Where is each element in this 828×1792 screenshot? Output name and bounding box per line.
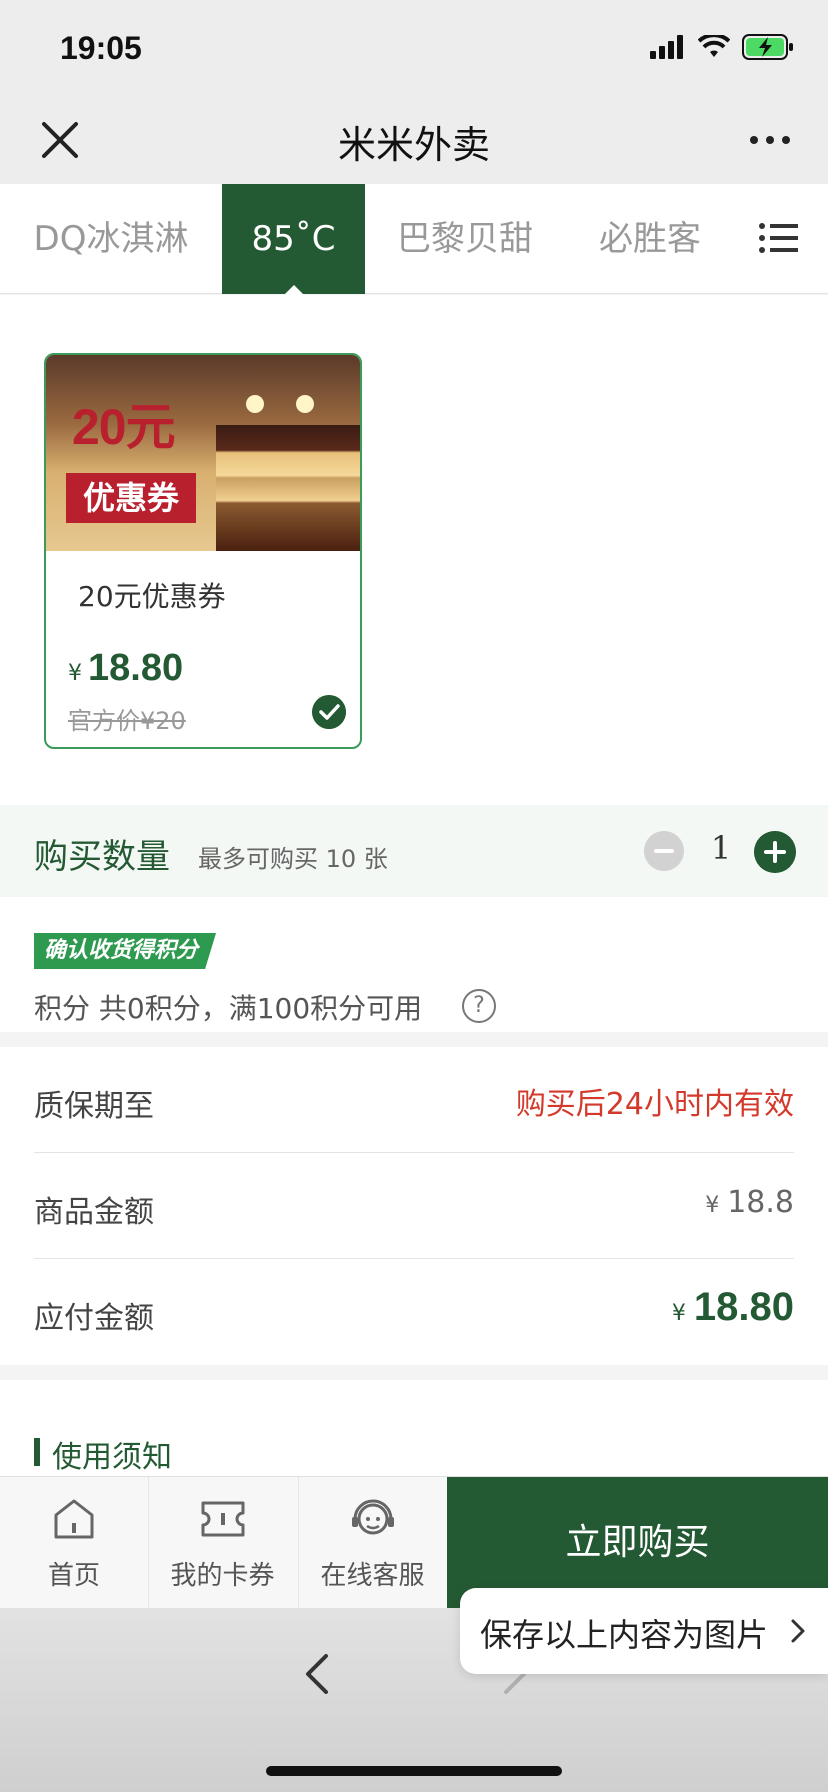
tab-dq[interactable]: DQ冰淇淋 (0, 184, 222, 294)
customer-service-label: 在线客服 (320, 1561, 425, 1591)
notice-title: 使用须知 (52, 1440, 172, 1475)
product-card[interactable]: 20元 优惠券 20元优惠券 ¥18.80 官方价¥20 (44, 353, 362, 749)
original-price: 官方价¥20 (68, 707, 186, 735)
goods-amount: 18.8 (727, 1185, 794, 1220)
home-button[interactable]: 首页 (0, 1477, 148, 1609)
image-coupon-tag: 优惠券 (66, 473, 196, 523)
save-as-image-popup[interactable]: 保存以上内容为图片 (460, 1588, 828, 1674)
goods-amount-value: ¥18.8 (705, 1185, 794, 1220)
minus-icon[interactable] (644, 831, 684, 871)
image-coupon-amount: 20元 (72, 399, 176, 455)
payable-amount-row: 应付金额 ¥18.80 (34, 1259, 794, 1365)
help-icon[interactable]: ? (462, 989, 496, 1023)
home-indicator (266, 1766, 562, 1776)
more-icon[interactable] (746, 122, 794, 158)
check-icon (312, 695, 346, 729)
quantity-label: 购买数量 (34, 837, 170, 877)
my-coupons-label: 我的卡券 (170, 1561, 275, 1591)
usage-notice: 使用须知 (0, 1380, 828, 1476)
warranty-row: 质保期至 购买后24小时内有效 (34, 1047, 794, 1153)
my-coupons-button[interactable]: 我的卡券 (148, 1477, 296, 1609)
customer-service-button[interactable]: 在线客服 (298, 1477, 446, 1609)
product-section: 20元 优惠券 20元优惠券 ¥18.80 官方价¥20 (0, 295, 828, 805)
product-name: 20元优惠券 (78, 580, 226, 613)
brand-tabs: DQ冰淇淋 85˚C 巴黎贝甜 必胜客 (0, 184, 828, 295)
product-image: 20元 优惠券 (46, 355, 360, 551)
battery-charging-icon (742, 34, 793, 60)
order-info: 质保期至 购买后24小时内有效 商品金额 ¥18.8 应付金额 ¥18.80 (0, 1047, 828, 1365)
quantity-hint: 最多可购买 10 张 (198, 845, 388, 873)
product-price: ¥18.80 (68, 647, 183, 690)
quantity-value: 1 (710, 829, 732, 867)
points-section: 确认收货得积分 积分 共0积分，满100积分可用 ? (0, 897, 828, 1032)
shelf-decoration (216, 425, 360, 551)
payable-amount: 18.80 (693, 1285, 794, 1329)
currency-symbol: ¥ (705, 1193, 720, 1218)
chevron-right-icon (791, 1619, 805, 1643)
lamp-decoration (296, 395, 314, 413)
status-time: 19:05 (60, 30, 142, 66)
warranty-value: 购买后24小时内有效 (515, 1087, 794, 1122)
tab-85c[interactable]: 85˚C (222, 184, 365, 295)
goods-amount-row: 商品金额 ¥18.8 (34, 1153, 794, 1259)
signal-icon (650, 35, 683, 59)
lamp-decoration (246, 395, 264, 413)
home-icon (54, 1499, 94, 1539)
status-bar: 19:05 (0, 0, 828, 100)
nav-bar: 米米外卖 (0, 100, 828, 184)
warranty-label: 质保期至 (34, 1089, 154, 1124)
plus-icon[interactable] (754, 831, 796, 873)
wifi-icon (698, 35, 730, 57)
tab-paris-baguette[interactable]: 巴黎贝甜 (380, 184, 550, 294)
save-as-image-label: 保存以上内容为图片 (480, 1616, 769, 1654)
home-label: 首页 (47, 1561, 100, 1591)
payable-amount-label: 应付金额 (34, 1301, 154, 1336)
quantity-row: 购买数量 最多可购买 10 张 1 (0, 805, 828, 897)
headset-icon (351, 1499, 394, 1535)
list-menu-icon[interactable] (758, 220, 798, 256)
status-icons (650, 34, 794, 60)
ticket-icon (201, 1501, 244, 1537)
goods-amount-label: 商品金额 (34, 1195, 154, 1230)
notice-accent-bar (34, 1438, 40, 1466)
tab-pizza-hut[interactable]: 必胜客 (580, 184, 720, 294)
price-value: 18.80 (88, 647, 184, 689)
currency-symbol: ¥ (671, 1301, 686, 1326)
points-text: 积分 共0积分，满100积分可用 (34, 992, 423, 1025)
currency-symbol: ¥ (68, 661, 82, 686)
page-title: 米米外卖 (337, 123, 490, 167)
points-badge: 确认收货得积分 (34, 933, 217, 969)
back-arrow-icon[interactable] (296, 1644, 336, 1704)
payable-amount-value: ¥18.80 (672, 1285, 794, 1330)
